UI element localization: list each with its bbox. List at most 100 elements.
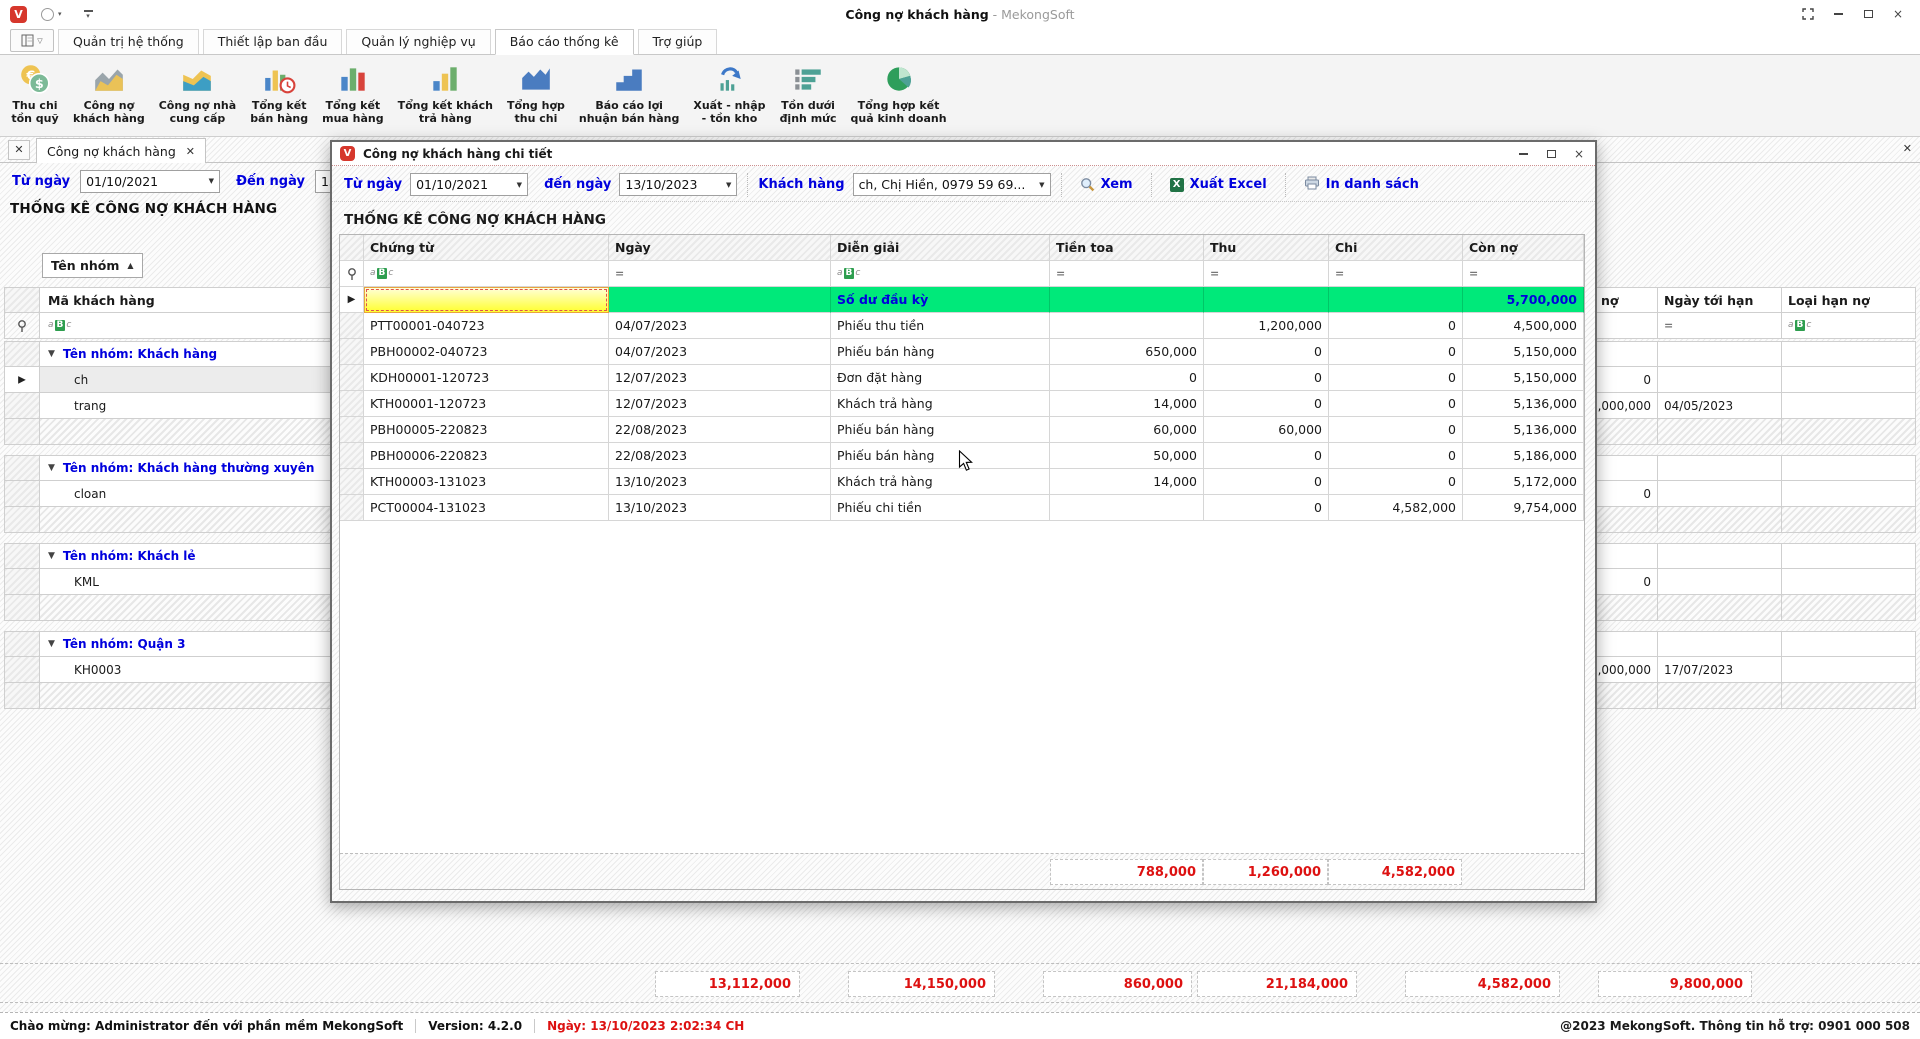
filter-cell[interactable]: aBc (831, 261, 1050, 287)
debt-row[interactable]: 0 (1594, 569, 1916, 595)
tab-strip-close-icon[interactable]: ✕ (8, 140, 30, 160)
tab-quan-tri-he-thong[interactable]: Quản trị hệ thống (58, 29, 199, 54)
ribbon-button-thu-chi-ton-quy[interactable]: €$ Thu chitồn quỹ (4, 60, 66, 127)
tab-quan-ly-nghiep-vu[interactable]: Quản lý nghiệp vụ (346, 29, 490, 54)
chevron-down-icon[interactable]: ▼ (509, 181, 522, 189)
debt-row[interactable]: ,000,000 04/05/2023 (1594, 393, 1916, 419)
quick-access-toolbar[interactable]: ▾ (41, 8, 62, 21)
column-header-loai-han-no[interactable]: Loại hạn nợ (1782, 287, 1916, 313)
ribbon-button-tong-hop-ket-qua-kinh-doanh[interactable]: Tổng hợp kếtquả kinh doanh (844, 60, 954, 127)
print-list-button[interactable]: In danh sách (1296, 176, 1427, 194)
minimize-button[interactable] (1515, 147, 1531, 161)
debt-row[interactable]: 0 (1594, 367, 1916, 393)
voucher-row[interactable]: PBH00006-220823 22/08/2023 Phiếu bán hàn… (340, 443, 1584, 469)
focused-cell[interactable] (364, 287, 609, 313)
chevron-down-icon[interactable]: ▼ (201, 177, 214, 185)
empty-row (1594, 683, 1916, 709)
ribbon-button-bao-cao-loi-nhuan[interactable]: Báo cáo lợinhuận bán hàng (572, 60, 687, 127)
tab-strip-right-close-icon[interactable]: ✕ (1903, 142, 1912, 155)
close-button[interactable]: × (1890, 7, 1906, 21)
from-date-input[interactable]: 01/10/2021 ▼ (410, 173, 528, 196)
voucher-row[interactable]: KDH00001-120723 12/07/2023 Đơn đặt hàng … (340, 365, 1584, 391)
ribbon-button-tong-ket-ban-hang[interactable]: Tổng kếtbán hàng (243, 60, 315, 127)
filter-cell[interactable]: aBc (1782, 313, 1916, 339)
export-excel-button[interactable]: X Xuất Excel (1162, 177, 1275, 192)
amount-thu: 0 (1204, 495, 1329, 521)
filter-cell[interactable]: = (1204, 261, 1329, 287)
column-header-chung-tu[interactable]: Chứng từ (364, 235, 609, 261)
group-spacer-row (1594, 543, 1916, 569)
ribbon-button-tong-ket-mua-hang[interactable]: Tổng kếtmua hàng (315, 60, 391, 127)
filter-cell[interactable]: = (609, 261, 831, 287)
selected-row-icon: ▶ (18, 374, 26, 385)
app-logo-icon: V (340, 146, 355, 161)
excel-icon: X (1170, 178, 1184, 192)
ribbon-button-xuat-nhap-ton-kho[interactable]: Xuất - nhập- tồn kho (686, 60, 772, 127)
group-header-label: Tên nhóm: Khách hàng (63, 347, 217, 361)
tab-thiet-lap-ban-dau[interactable]: Thiết lập ban đầu (203, 29, 343, 54)
equals-filter-icon: = (1210, 267, 1219, 280)
filter-cell[interactable]: = (1329, 261, 1463, 287)
ribbon-button-cong-no-nha-cung-cap[interactable]: Công nợ nhàcung cấp (152, 60, 243, 127)
chevron-down-icon[interactable]: ▼ (1031, 181, 1044, 189)
column-header-con-no[interactable]: Còn nợ (1463, 235, 1584, 261)
customer-select[interactable]: ch, Chị Hiền, 0979 59 69... ▼ (853, 173, 1051, 196)
maximize-button[interactable] (1543, 147, 1559, 161)
voucher-row[interactable]: PBH00005-220823 22/08/2023 Phiếu bán hàn… (340, 417, 1584, 443)
ribbon-button-ton-duoi-dinh-muc[interactable]: Tồn dướiđịnh mức (773, 60, 844, 127)
toolbar-customize-icon[interactable]: ▾ (84, 10, 93, 18)
column-header-ngay[interactable]: Ngày (609, 235, 831, 261)
close-button[interactable]: × (1571, 147, 1587, 161)
ribbon-button-tong-hop-thu-chi[interactable]: Tổng hợpthu chi (500, 60, 572, 127)
voucher-row[interactable]: PTT00001-040723 04/07/2023 Phiếu thu tiề… (340, 313, 1584, 339)
filter-cell[interactable] (1594, 313, 1658, 339)
filter-cell[interactable]: = (1658, 313, 1782, 339)
collapse-icon[interactable]: ▼ (48, 639, 55, 649)
from-date-value: 01/10/2021 (416, 177, 488, 192)
group-by-button[interactable]: Tên nhóm ▲ (42, 253, 143, 278)
debt-row[interactable]: 0 (1594, 481, 1916, 507)
view-button[interactable]: Xem (1072, 177, 1141, 192)
voucher-row[interactable]: PBH00002-040723 04/07/2023 Phiếu bán hàn… (340, 339, 1584, 365)
collapse-icon[interactable]: ▼ (48, 349, 55, 359)
from-date-input[interactable]: 01/10/2021 ▼ (80, 170, 220, 193)
dialog-titlebar[interactable]: V Công nợ khách hàng chi tiết × (332, 142, 1595, 166)
filter-cell[interactable]: = (1463, 261, 1584, 287)
to-date-input[interactable]: 13/10/2023 ▼ (619, 173, 737, 196)
ribbon-button-tong-ket-khach-tra-hang[interactable]: Tổng kết kháchtrả hàng (391, 60, 500, 127)
voucher-desc: Phiếu thu tiền (831, 313, 1050, 339)
column-header-dien-giai[interactable]: Diễn giải (831, 235, 1050, 261)
maximize-button[interactable] (1860, 7, 1876, 21)
pie-chart-icon (882, 62, 916, 96)
minimize-button[interactable] (1830, 7, 1846, 21)
voucher-row[interactable]: KTH00001-120723 12/07/2023 Khách trả hàn… (340, 391, 1584, 417)
column-header-tien-toa[interactable]: Tiền toa (1050, 235, 1204, 261)
filter-cell[interactable]: aBc (364, 261, 609, 287)
divider (415, 1019, 416, 1033)
column-header-chi[interactable]: Chi (1329, 235, 1463, 261)
column-header-no[interactable]: nợ (1594, 287, 1658, 313)
debt-row[interactable]: ,000,000 17/07/2023 (1594, 657, 1916, 683)
debt-type (1782, 657, 1916, 683)
amount-thu: 0 (1204, 339, 1329, 365)
collapse-icon[interactable]: ▼ (48, 551, 55, 561)
voucher-row[interactable]: KTH00003-131023 13/10/2023 Khách trả hàn… (340, 469, 1584, 495)
amount-con-no: 5,186,000 (1463, 443, 1584, 469)
tab-close-icon[interactable]: ✕ (186, 145, 195, 158)
svg-text:$: $ (35, 77, 44, 92)
document-tab-cong-no-khach-hang[interactable]: Công nợ khách hàng ✕ (36, 138, 206, 163)
filter-row-indicator (4, 313, 40, 339)
fullscreen-icon[interactable] (1800, 7, 1816, 21)
application-menu-button[interactable]: ▽ (10, 29, 54, 52)
column-header-thu[interactable]: Thu (1204, 235, 1329, 261)
ribbon-button-cong-no-khach-hang[interactable]: Công nợkhách hàng (66, 60, 152, 127)
column-header-ngay-toi-han[interactable]: Ngày tới hạn (1658, 287, 1782, 313)
chevron-down-icon[interactable]: ▼ (718, 181, 731, 189)
tab-tro-giup[interactable]: Trợ giúp (638, 29, 718, 54)
collapse-icon[interactable]: ▼ (48, 463, 55, 473)
opening-balance-row[interactable]: ▶ Số dư đầu kỳ 5,700,000 (340, 287, 1584, 313)
due-date: 04/05/2023 (1658, 393, 1782, 419)
tab-bao-cao-thong-ke[interactable]: Báo cáo thống kê (495, 29, 634, 55)
voucher-row[interactable]: PCT00004-131023 13/10/2023 Phiếu chi tiề… (340, 495, 1584, 521)
filter-cell[interactable]: = (1050, 261, 1204, 287)
